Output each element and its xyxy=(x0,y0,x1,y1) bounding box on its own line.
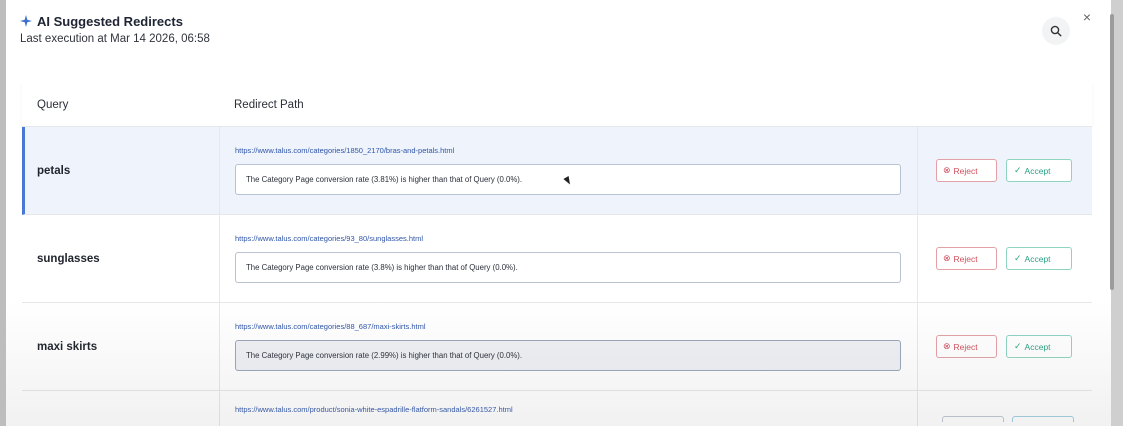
search-icon xyxy=(1050,25,1062,37)
sparkle-icon xyxy=(20,14,32,29)
redirect-path-cell: https://www.talus.com/categories/88_687/… xyxy=(220,303,918,390)
accept-button[interactable]: ✓ Accept xyxy=(1006,335,1072,358)
accept-label: Accept xyxy=(1024,253,1051,264)
redirect-path-link[interactable]: https://www.talus.com/categories/93_80/s… xyxy=(235,234,901,243)
accept-label: Accept xyxy=(1024,341,1051,352)
reason-field[interactable]: The Category Page conversion rate (3.8%)… xyxy=(235,252,901,283)
last-execution-text: Last execution at Mar 14 2026, 06:58 xyxy=(20,33,210,45)
check-circle-icon: ✓ xyxy=(1014,253,1022,263)
reject-label: Reject xyxy=(953,165,978,176)
ai-redirects-modal: AI Suggested Redirects Last execution at… xyxy=(6,0,1111,426)
reject-icon: ⊗ xyxy=(943,165,951,175)
close-icon: × xyxy=(1082,9,1092,25)
reason-field[interactable]: The Category Page conversion rate (2.99%… xyxy=(235,340,901,371)
query-cell: sunglasses xyxy=(22,215,220,302)
query-cell xyxy=(22,391,220,426)
table-row[interactable]: maxi skirts https://www.talus.com/catego… xyxy=(22,303,1092,391)
table-header: Query Redirect Path xyxy=(22,83,1092,127)
redirect-path-link[interactable]: https://www.talus.com/categories/88_687/… xyxy=(235,322,901,331)
reject-label: Reject xyxy=(953,341,978,352)
column-header-redirect-path: Redirect Path xyxy=(234,98,304,111)
accept-button[interactable] xyxy=(1012,416,1074,422)
redirect-path-cell: https://www.talus.com/product/sonia-whit… xyxy=(220,391,918,426)
table-row[interactable]: sunglasses https://www.talus.com/categor… xyxy=(22,215,1092,303)
query-cell: petals xyxy=(25,127,220,214)
actions-cell: ⊗ Reject ✓ Accept xyxy=(918,303,1092,390)
title-row: AI Suggested Redirects xyxy=(20,14,210,29)
redirect-path-cell: https://www.talus.com/categories/1850_21… xyxy=(220,127,918,214)
reject-button[interactable]: ⊗ Reject xyxy=(936,159,997,182)
close-button[interactable]: × xyxy=(1079,9,1095,25)
reject-icon: ⊗ xyxy=(943,253,951,263)
reject-button[interactable] xyxy=(942,416,1004,422)
accept-button[interactable]: ✓ Accept xyxy=(1006,159,1072,182)
accept-button[interactable]: ✓ Accept xyxy=(1006,247,1072,270)
redirects-table: Query Redirect Path petals https://www.t… xyxy=(22,83,1092,426)
search-button[interactable] xyxy=(1042,17,1070,45)
check-circle-icon: ✓ xyxy=(1014,341,1022,351)
modal-header: AI Suggested Redirects Last execution at… xyxy=(20,14,210,45)
actions-cell: ⊗ Reject ✓ Accept xyxy=(918,127,1092,214)
redirect-path-link[interactable]: https://www.talus.com/categories/1850_21… xyxy=(235,146,901,155)
reject-button[interactable]: ⊗ Reject xyxy=(936,335,997,358)
accept-label: Accept xyxy=(1024,165,1051,176)
column-header-query: Query xyxy=(37,98,69,111)
check-circle-icon: ✓ xyxy=(1014,165,1022,175)
query-cell: maxi skirts xyxy=(22,303,220,390)
table-row[interactable]: petals https://www.talus.com/categories/… xyxy=(22,127,1092,215)
actions-cell: ⊗ Reject ✓ Accept xyxy=(918,215,1092,302)
table-row[interactable]: https://www.talus.com/product/sonia-whit… xyxy=(22,391,1092,426)
reject-icon: ⊗ xyxy=(943,341,951,351)
reject-button[interactable]: ⊗ Reject xyxy=(936,247,997,270)
reject-label: Reject xyxy=(953,253,978,264)
redirect-path-cell: https://www.talus.com/categories/93_80/s… xyxy=(220,215,918,302)
actions-cell xyxy=(918,391,1092,426)
redirect-path-link[interactable]: https://www.talus.com/product/sonia-whit… xyxy=(235,405,901,414)
modal-title: AI Suggested Redirects xyxy=(37,14,183,29)
scrollbar[interactable] xyxy=(1110,14,1114,290)
